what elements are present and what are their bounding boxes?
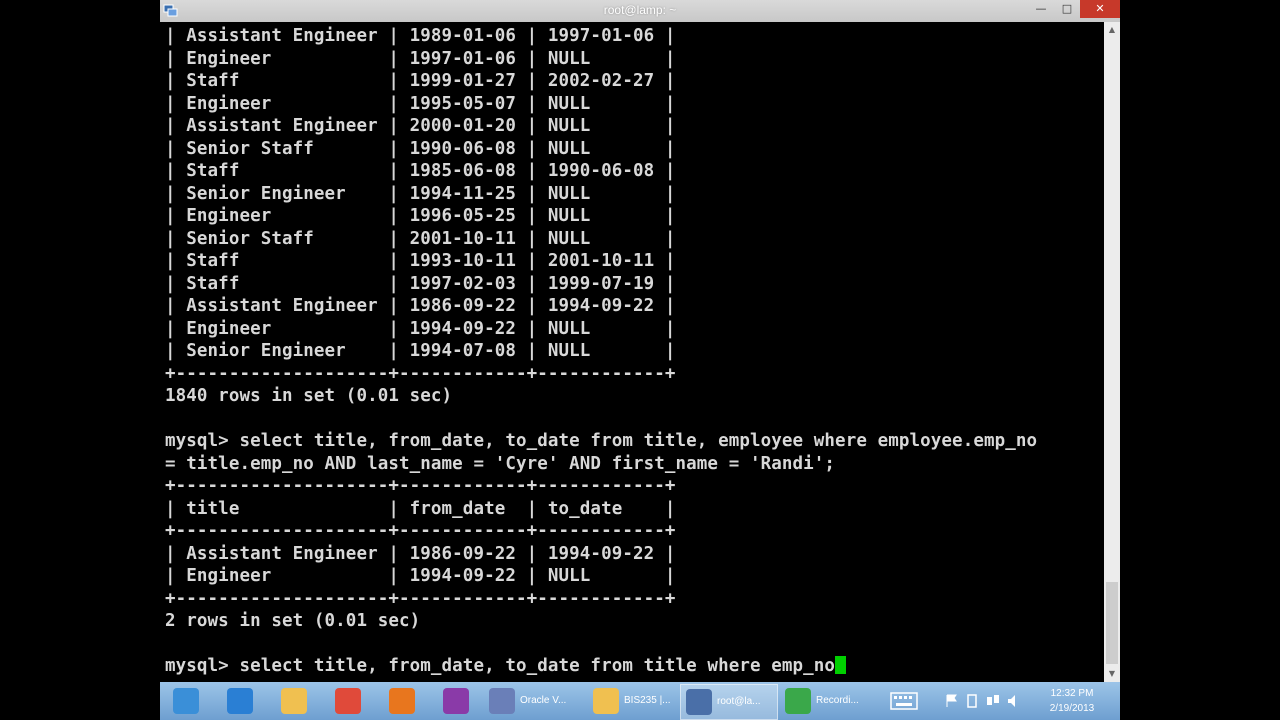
minimize-icon: — <box>1035 2 1047 15</box>
terminal-line: | Engineer | 1994-09-22 | NULL | <box>165 566 676 586</box>
vertical-scrollbar[interactable]: ▲ ▼ <box>1104 22 1120 682</box>
title-bar[interactable]: root@lamp: ~ — □ ✕ <box>160 0 1120 22</box>
keyboard-icon[interactable] <box>890 692 918 710</box>
taskbar-item-label: root@la... <box>717 696 761 707</box>
taskbar-item-label: Recordi... <box>816 695 859 706</box>
scroll-down-arrow-icon[interactable]: ▼ <box>1104 666 1120 682</box>
scroll-thumb[interactable] <box>1106 582 1118 664</box>
maximize-icon: □ <box>1061 2 1073 15</box>
terminal-line: | Engineer | 1995-05-07 | NULL | <box>165 93 676 114</box>
taskbar-item-chrome[interactable] <box>330 684 366 718</box>
minimize-button[interactable]: — <box>1028 0 1054 18</box>
terminal-line: | Assistant Engineer | 1989-01-06 | 1997… <box>165 26 676 46</box>
taskbar-item-label: BIS235 |... <box>624 695 671 706</box>
window-title: root@lamp: ~ <box>603 3 677 17</box>
clock[interactable]: 12:32 PM 2/19/2013 <box>1032 686 1112 716</box>
terminal-line: | Staff | 1993-10-11 | 2001-10-11 | <box>165 251 676 271</box>
internet-explorer-icon <box>227 688 253 714</box>
taskbar-item-putty[interactable]: root@la... <box>680 684 778 720</box>
terminal-line: +--------------------+------------+-----… <box>165 363 676 384</box>
terminal-line: mysql> select title, from_date, to_date … <box>165 431 1038 451</box>
terminal-line: | Senior Staff | 2001-10-11 | NULL | <box>165 228 676 249</box>
terminal-line: | Staff | 1997-02-03 | 1999-07-19 | <box>165 273 676 294</box>
text-cursor <box>835 656 847 674</box>
folder-icon <box>593 688 619 714</box>
maximize-button[interactable]: □ <box>1054 0 1080 18</box>
chrome-icon <box>335 688 361 714</box>
network-icon[interactable] <box>986 693 1000 709</box>
putty-icon <box>686 689 712 715</box>
prompt-text: mysql> select title, from_date, to_date … <box>165 656 836 676</box>
flag-icon[interactable] <box>946 694 958 708</box>
scroll-up-arrow-icon[interactable]: ▲ <box>1104 22 1120 38</box>
taskbar-item-file-explorer[interactable] <box>276 684 312 718</box>
terminal-line: +--------------------+------------+-----… <box>165 588 676 609</box>
virtualbox-icon <box>489 688 515 714</box>
terminal-lines: | Assistant Engineer | 1989-01-06 | 1997… <box>165 25 1037 678</box>
terminal-line: | Engineer | 1996-05-25 | NULL | <box>165 206 676 226</box>
terminal-line: | Engineer | 1997-01-06 | NULL | <box>165 48 676 69</box>
firefox-icon <box>389 688 415 714</box>
terminal-line: | Senior Staff | 1990-06-08 | NULL | <box>165 138 676 159</box>
terminal-line: | Staff | 1985-06-08 | 1990-06-08 | <box>165 161 676 181</box>
power-icon[interactable] <box>966 693 978 709</box>
terminal-line: | Engineer | 1994-09-22 | NULL | <box>165 318 676 339</box>
terminal-line: | Senior Engineer | 1994-11-25 | NULL | <box>165 183 676 204</box>
letterbox-left <box>0 0 160 720</box>
taskbar-item-recording[interactable]: Recordi... <box>780 684 876 718</box>
volume-icon[interactable] <box>1006 693 1022 709</box>
windows-start-icon <box>173 688 199 714</box>
taskbar-item-folder[interactable]: BIS235 |... <box>588 684 678 718</box>
clock-date: 2/19/2013 <box>1049 703 1095 714</box>
taskbar-item-internet-explorer[interactable] <box>222 684 258 718</box>
terminal-line: = title.emp_no AND last_name = 'Cyre' AN… <box>165 453 836 474</box>
terminal-line: | title | from_date | to_date | <box>165 498 676 519</box>
terminal-line: | Assistant Engineer | 1986-09-22 | 1994… <box>165 296 676 316</box>
terminal-line: | Staff | 1999-01-27 | 2002-02-27 | <box>165 71 676 91</box>
onenote-icon <box>443 688 469 714</box>
terminal-line: | Senior Engineer | 1994-07-08 | NULL | <box>165 341 676 361</box>
taskbar-item-onenote[interactable] <box>438 684 474 718</box>
terminal-line: | Assistant Engineer | 2000-01-20 | NULL… <box>165 116 676 136</box>
file-explorer-icon <box>281 688 307 714</box>
letterbox-right <box>1120 0 1280 720</box>
taskbar-item-firefox[interactable] <box>384 684 420 718</box>
close-icon: ✕ <box>1095 2 1105 15</box>
prompt-line[interactable]: mysql> select title, from_date, to_date … <box>165 655 1037 678</box>
terminal-line: 1840 rows in set (0.01 sec) <box>165 386 453 406</box>
recording-icon <box>785 688 811 714</box>
taskbar: 12:32 PM 2/19/2013 Oracle V... BIS235 |..… <box>160 682 1120 720</box>
clock-time: 12:32 PM <box>1050 688 1094 699</box>
taskbar-item-label: Oracle V... <box>520 695 567 706</box>
taskbar-item-virtualbox[interactable]: Oracle V... <box>484 684 584 718</box>
close-button[interactable]: ✕ <box>1080 0 1120 18</box>
terminal-line: +--------------------+------------+-----… <box>165 521 676 541</box>
system-tray <box>886 682 1026 720</box>
terminal-output[interactable]: | Assistant Engineer | 1989-01-06 | 1997… <box>160 22 1104 682</box>
terminal-window: root@lamp: ~ — □ ✕ | Assistant Engineer … <box>160 0 1120 682</box>
terminal-line: | Assistant Engineer | 1986-09-22 | 1994… <box>165 543 676 564</box>
taskbar-item-windows-start[interactable] <box>168 684 204 718</box>
terminal-line: 2 rows in set (0.01 sec) <box>165 611 421 631</box>
terminal-line: +--------------------+------------+-----… <box>165 476 676 496</box>
